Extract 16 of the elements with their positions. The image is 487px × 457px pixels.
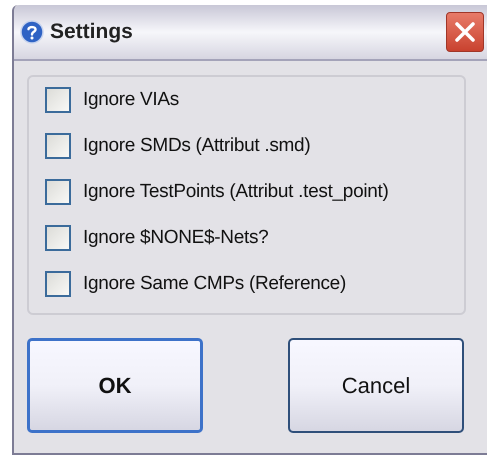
checkbox[interactable] <box>45 271 71 297</box>
option-label: Ignore VIAs <box>83 88 179 112</box>
close-button[interactable] <box>446 12 484 52</box>
window-title: Settings <box>50 19 133 46</box>
checkbox[interactable] <box>45 133 71 159</box>
checkbox[interactable] <box>45 179 71 205</box>
option-label: Ignore SMDs (Attribut .smd) <box>83 134 310 158</box>
dialog-button[interactable]: Cancel <box>288 338 464 433</box>
dialog-button[interactable]: OK <box>27 338 203 433</box>
option-label: Ignore Same CMPs (Reference) <box>83 272 346 296</box>
option-label: Ignore TestPoints (Attribut .test_point) <box>83 180 389 204</box>
checkbox[interactable] <box>45 87 71 113</box>
help-icon <box>20 20 44 44</box>
close-icon <box>454 21 476 43</box>
checkbox[interactable] <box>45 225 71 251</box>
option-label: Ignore $NONE$-Nets? <box>83 226 268 250</box>
